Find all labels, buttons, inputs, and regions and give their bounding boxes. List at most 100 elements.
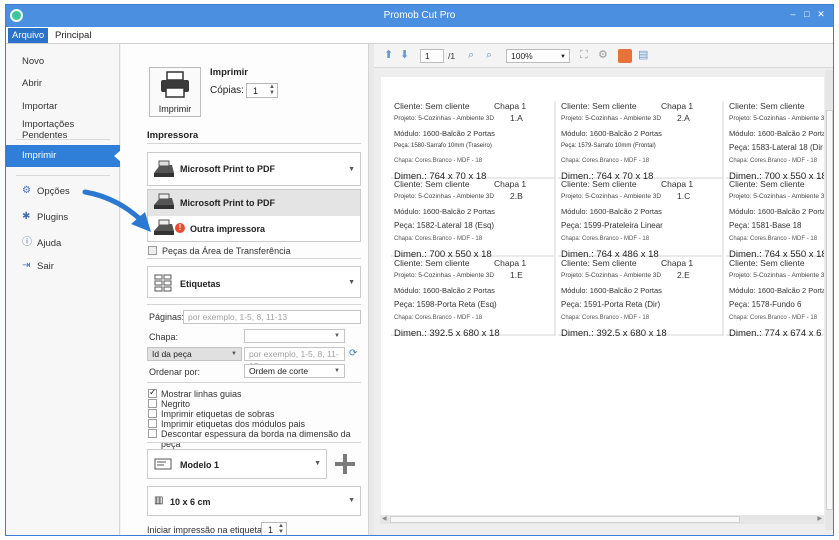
clipboard-checkbox[interactable]	[148, 246, 157, 255]
layout-dropdown[interactable]: Etiquetas ▼	[147, 266, 361, 298]
nav-importar[interactable]: Importar	[22, 101, 57, 112]
label-piece: Peça: 1583-Lateral 18 (Dir	[729, 143, 823, 152]
nav-plugins[interactable]: Plugins	[37, 212, 68, 223]
label-sheet: Chapa 1	[494, 258, 527, 268]
printer-list: Microsoft Print to PDF ! Outra impressor…	[147, 189, 361, 242]
start-stepper[interactable]: 1 ▲ ▼	[261, 522, 287, 535]
label-client: Cliente: Sem cliente	[561, 101, 637, 111]
label-piece: Peça: 1599-Prateleira Linear	[561, 221, 663, 230]
model-dropdown[interactable]: Modelo 1 ▼	[147, 449, 327, 479]
label-material: Chapa: Cores.Branco - MDF - 18	[729, 236, 818, 242]
label-project: Projeto: 5-Cozinhas - Ambiente 3D	[561, 272, 662, 279]
leftovers-checkbox[interactable]	[148, 409, 157, 418]
nav-novo[interactable]: Novo	[22, 56, 44, 67]
scroll-right-icon[interactable]: ▶	[817, 515, 822, 522]
printer-dropdown-value: Microsoft Print to PDF	[180, 164, 275, 174]
label-material: Chapa: Cores.Branco - MDF - 18	[561, 315, 650, 321]
refresh-icon[interactable]: ⟳	[349, 348, 357, 359]
preview-label: Cliente: Sem cliente Chapa 1 1.A Projeto: 5…	[391, 101, 556, 182]
label-module: Módulo: 1600-Balcão 2 Portas	[394, 129, 495, 138]
nav-sair[interactable]: Sair	[37, 261, 54, 272]
zoom-out-icon[interactable]: ⌕	[486, 50, 492, 61]
label-dimensions: Dimen.: 392.5 x 680 x 18	[561, 328, 667, 339]
label-dimensions: Dimen.: 392.5 x 680 x 18	[394, 328, 500, 339]
label-dimensions: Dimen.: 774 x 674 x 6	[729, 328, 822, 339]
label-project: Projeto: 5-Cozinhas - Ambiente 3D	[394, 272, 495, 279]
zoom-select[interactable]: 100% ▼	[506, 49, 570, 63]
close-icon[interactable]: ✕	[815, 9, 827, 21]
label-project: Projeto: 5-Cozinhas - Ambiente 3	[729, 115, 824, 122]
label-piece: Peça: 1598-Porta Reta (Esq)	[394, 300, 497, 309]
add-model-button[interactable]	[335, 454, 355, 474]
scroll-thumb[interactable]	[826, 110, 833, 510]
export-icon[interactable]	[618, 49, 632, 63]
settings-page-icon[interactable]: ⚙	[598, 50, 608, 61]
vertical-scrollbar[interactable]	[825, 70, 833, 530]
fit-page-icon[interactable]: ⛶	[580, 50, 588, 61]
nav-importacoes-pendentes[interactable]: Importações Pendentes	[22, 119, 119, 141]
start-value: 1	[268, 525, 274, 535]
parent-modules-checkbox[interactable]	[148, 419, 157, 428]
horizontal-scrollbar[interactable]: ◀ ▶	[380, 515, 824, 524]
label-code: 2.A	[677, 113, 690, 123]
printer-dropdown[interactable]: Microsoft Print to PDF ▼	[147, 152, 361, 186]
print-title: Imprimir	[210, 67, 249, 78]
guide-lines-checkbox[interactable]	[148, 387, 157, 398]
printer-option-label: Microsoft Print to PDF	[180, 198, 275, 208]
label-client: Cliente: Sem cliente	[394, 179, 470, 189]
bold-label: Negrito	[161, 399, 191, 409]
label-code: 1.E	[510, 270, 523, 280]
stepper-arrows-icon[interactable]: ▲ ▼	[278, 523, 284, 535]
id-select[interactable]: Id da peça ▼	[147, 347, 242, 361]
bold-checkbox[interactable]	[148, 399, 157, 408]
order-select[interactable]: Ordem de corte ▼	[244, 364, 345, 378]
maximize-icon[interactable]: □	[801, 9, 813, 21]
pages-label: Páginas:	[149, 312, 185, 322]
arrow-up-icon[interactable]: ⬆	[384, 50, 393, 61]
label-code: 1.C	[677, 191, 691, 201]
id-range-input[interactable]: por exemplo, 1-5, 8, 11-13	[244, 347, 345, 371]
print-preview: ⬆ ⬇ 1 /1 ⌕ ⌕ 100% ▼ ⛶ ⚙ ▤ Cliente: Sem c…	[374, 44, 833, 535]
edge-thickness-checkbox[interactable]	[148, 429, 157, 438]
label-project: Projeto: 5-Cozinhas - Ambiente 3D	[561, 193, 662, 200]
chapa-select[interactable]: ▼	[244, 329, 345, 343]
scroll-thumb[interactable]	[390, 516, 740, 523]
print-button[interactable]: Imprimir	[149, 67, 201, 117]
stepper-arrows-icon[interactable]: ▲ ▼	[269, 84, 275, 96]
label-piece: Peça: 1582-Lateral 18 (Esq)	[394, 221, 495, 230]
scroll-left-icon[interactable]: ◀	[382, 515, 387, 522]
nav-abrir[interactable]: Abrir	[22, 78, 42, 89]
chevron-down-icon: ▼	[348, 497, 355, 504]
exit-icon: ⇥	[22, 260, 31, 271]
section-divider	[147, 442, 361, 443]
nav-imprimir[interactable]: Imprimir	[6, 145, 121, 167]
preview-label: Cliente: Sem cliente Projeto: 5-Cozinhas …	[726, 179, 824, 260]
label-module: Módulo: 1600-Balcão 2 Portas	[394, 286, 495, 295]
layout-dropdown-value: Etiquetas	[180, 279, 221, 289]
clipboard-label: Peças da Área de Transferência	[162, 246, 291, 256]
nav-opcoes[interactable]: Opções	[37, 186, 70, 197]
tab-principal[interactable]: Principal	[51, 28, 95, 43]
start-label: Iniciar impressão na etiqueta:	[147, 525, 265, 535]
label-client: Cliente: Sem cliente	[729, 101, 805, 111]
label-material: Chapa: Cores.Branco - MDF - 18	[561, 236, 650, 242]
nav-ajuda[interactable]: Ajuda	[37, 238, 61, 249]
page-number-input[interactable]: 1	[420, 49, 444, 63]
minimize-icon[interactable]: –	[787, 9, 799, 21]
copies-stepper[interactable]: 1 ▲ ▼	[246, 83, 278, 98]
label-code: 2.E	[677, 270, 690, 280]
tab-arquivo[interactable]: Arquivo	[8, 28, 49, 43]
nav-divider	[16, 175, 110, 176]
arrow-down-icon[interactable]: ⬇	[400, 50, 409, 61]
pages-input[interactable]: por exemplo, 1-5, 8, 11-13	[183, 310, 361, 324]
preview-label: Cliente: Sem cliente Projeto: 5-Cozinhas …	[726, 101, 824, 182]
printer-small-icon	[154, 160, 174, 177]
zoom-in-icon[interactable]: ⌕	[468, 50, 474, 61]
document-icon[interactable]: ▤	[638, 50, 648, 61]
size-dropdown[interactable]: ▥ 10 x 6 cm ▼	[147, 486, 361, 516]
label-piece: Peça: 1578-Fundo 6	[729, 300, 802, 309]
chevron-down-icon: ▼	[314, 460, 321, 467]
printer-option-pdf[interactable]: Microsoft Print to PDF	[148, 190, 360, 216]
menu-bar: Arquivo Principal	[6, 27, 833, 44]
label-client: Cliente: Sem cliente	[729, 179, 805, 189]
